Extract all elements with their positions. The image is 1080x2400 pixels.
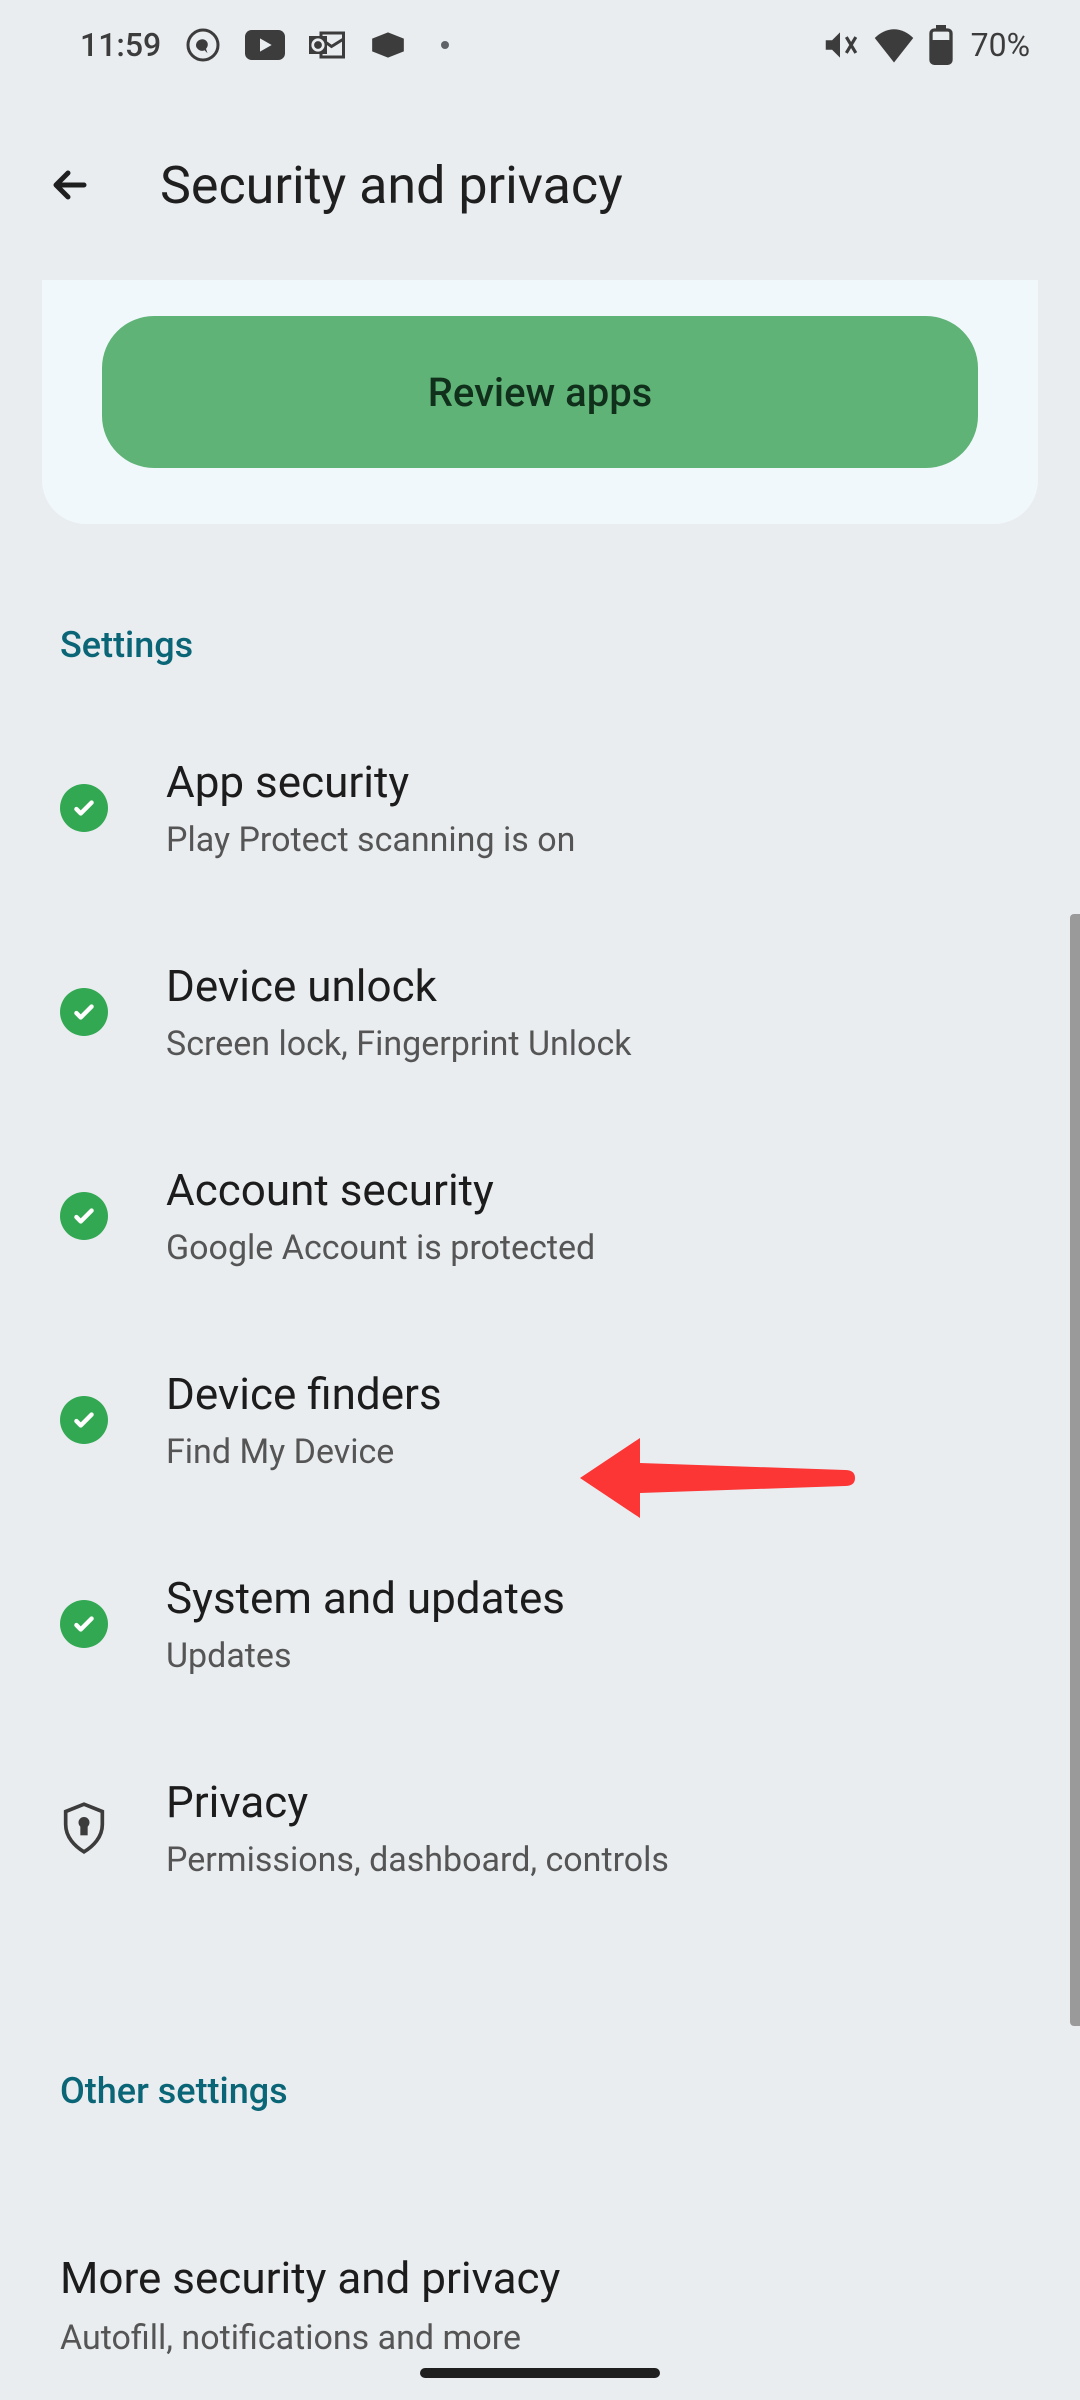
system-updates-item[interactable]: System and updates Updates	[60, 1522, 1020, 1726]
battery-icon	[929, 25, 953, 65]
settings-section: Settings App security Play Protect scann…	[0, 524, 1080, 1930]
status-left: 11:59	[80, 26, 449, 64]
shield-icon	[60, 1804, 108, 1852]
other-settings-section: Other settings	[0, 1930, 1080, 2152]
app-bar: Security and privacy	[0, 90, 1080, 280]
item-subtitle: Google Account is protected	[166, 1228, 595, 1268]
annotation-arrow	[580, 1428, 860, 1532]
gesture-nav-handle[interactable]	[420, 2368, 660, 2378]
check-icon	[60, 1192, 108, 1240]
check-icon	[60, 988, 108, 1036]
arrow-left-icon	[46, 161, 94, 209]
more-notifications-dot	[441, 41, 449, 49]
item-subtitle: Screen lock, Fingerprint Unlock	[166, 1024, 631, 1064]
review-apps-label: Review apps	[428, 369, 653, 416]
privacy-item[interactable]: Privacy Permissions, dashboard, controls	[60, 1726, 1020, 1930]
more-title: More security and privacy	[60, 2252, 1020, 2304]
outlook-icon	[309, 29, 345, 61]
item-title: Device finders	[166, 1368, 442, 1420]
status-bar: 11:59 70%	[0, 0, 1080, 90]
account-security-item[interactable]: Account security Google Account is prote…	[60, 1114, 1020, 1318]
whatsapp-icon	[185, 27, 221, 63]
item-subtitle: Permissions, dashboard, controls	[166, 1840, 669, 1880]
box-icon	[369, 28, 407, 62]
status-right: 70%	[821, 25, 1030, 65]
review-apps-button[interactable]: Review apps	[102, 316, 978, 468]
device-unlock-item[interactable]: Device unlock Screen lock, Fingerprint U…	[60, 910, 1020, 1114]
device-finders-item[interactable]: Device finders Find My Device	[60, 1318, 1020, 1522]
item-subtitle: Play Protect scanning is on	[166, 820, 575, 860]
item-subtitle: Find My Device	[166, 1432, 442, 1472]
page-title: Security and privacy	[160, 155, 623, 216]
youtube-icon	[245, 30, 285, 60]
review-card-container: Review apps	[42, 280, 1038, 524]
check-icon	[60, 1600, 108, 1648]
more-subtitle: Autofill, notifications and more	[60, 2318, 1020, 2358]
status-time: 11:59	[80, 26, 161, 64]
settings-header: Settings	[60, 524, 1020, 706]
item-subtitle: Updates	[166, 1636, 565, 1676]
check-icon	[60, 1396, 108, 1444]
battery-percentage: 70%	[971, 26, 1030, 64]
app-security-item[interactable]: App security Play Protect scanning is on	[60, 706, 1020, 910]
item-title: System and updates	[166, 1572, 565, 1624]
item-title: Account security	[166, 1164, 595, 1216]
wifi-icon	[873, 27, 915, 63]
check-icon	[60, 784, 108, 832]
item-title: Device unlock	[166, 960, 631, 1012]
back-button[interactable]	[40, 155, 100, 215]
item-title: App security	[166, 756, 575, 808]
review-card: Review apps	[42, 280, 1038, 524]
more-security-item[interactable]: More security and privacy Autofill, noti…	[0, 2152, 1080, 2398]
mute-icon	[821, 26, 859, 64]
item-title: Privacy	[166, 1776, 669, 1828]
other-settings-header: Other settings	[60, 1930, 1020, 2152]
scrollbar[interactable]	[1070, 914, 1080, 2026]
